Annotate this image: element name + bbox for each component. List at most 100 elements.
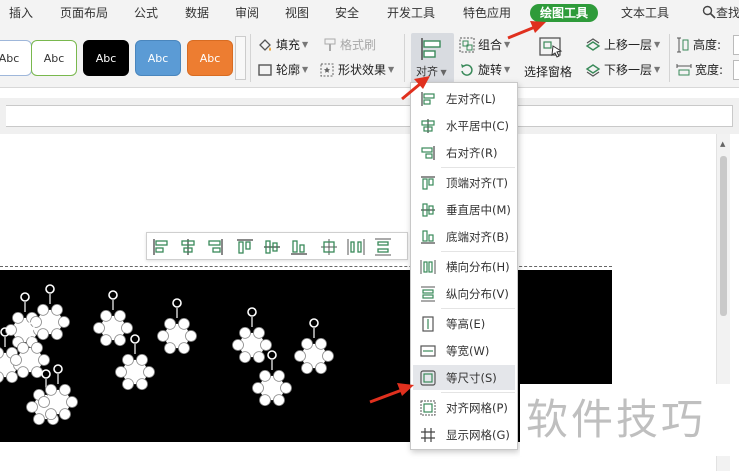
tab-developer-tools[interactable]: 开发工具 <box>387 4 435 22</box>
menu-item-align-center[interactable]: 水平居中(C) <box>413 113 515 138</box>
resize-handle[interactable] <box>59 408 71 421</box>
resize-handle[interactable] <box>12 311 24 324</box>
height-input[interactable] <box>733 35 739 55</box>
rotate-button[interactable]: 旋转 ▼ <box>459 60 510 80</box>
resize-handle[interactable] <box>301 362 313 375</box>
styles-more-button[interactable] <box>235 36 246 80</box>
resize-handle[interactable] <box>114 334 126 347</box>
resize-handle[interactable] <box>37 328 49 341</box>
menu-item-distribute-vertical[interactable]: 纵向分布(V) <box>413 281 515 306</box>
resize-handle[interactable] <box>45 408 57 421</box>
resize-handle[interactable] <box>122 353 134 366</box>
tab-formulas[interactable]: 公式 <box>134 4 158 22</box>
resize-handle[interactable] <box>252 382 264 394</box>
align-right-icon[interactable] <box>205 237 225 257</box>
width-input[interactable] <box>733 60 739 80</box>
send-backward-button[interactable]: 下移一层 ▼ <box>585 60 660 80</box>
resize-handle[interactable] <box>30 316 42 328</box>
resize-handle[interactable] <box>31 341 43 354</box>
resize-handle[interactable] <box>315 362 327 375</box>
resize-handle[interactable] <box>253 326 265 339</box>
align-left-icon[interactable] <box>151 237 171 257</box>
menu-item-align-middle[interactable]: 垂直居中(M) <box>413 197 515 222</box>
tab-text-tools[interactable]: 文本工具 <box>621 4 669 22</box>
align-top-icon[interactable] <box>235 237 255 257</box>
resize-handle[interactable] <box>6 371 18 384</box>
resize-handle[interactable] <box>100 334 112 347</box>
resize-handle[interactable] <box>17 341 29 354</box>
resize-handle[interactable] <box>143 366 155 378</box>
resize-handle[interactable] <box>273 394 285 407</box>
resize-handle[interactable] <box>59 383 71 396</box>
resize-handle[interactable] <box>100 309 112 322</box>
scroll-up-arrow-icon[interactable]: ▲ <box>720 140 725 148</box>
rotate-handle-icon[interactable] <box>108 290 118 300</box>
menu-item-same-width[interactable]: 等宽(W) <box>413 338 515 363</box>
tab-page-layout[interactable]: 页面布局 <box>60 4 108 22</box>
menu-item-distribute-horizontal[interactable]: 横向分布(H) <box>413 254 515 279</box>
resize-handle[interactable] <box>51 328 63 341</box>
rotate-handle-icon[interactable] <box>172 298 182 308</box>
rotate-handle-icon[interactable] <box>247 307 257 317</box>
menu-item-same-height[interactable]: 等高(E) <box>413 311 515 336</box>
shape-style-swatch-4[interactable]: Abc <box>135 40 181 76</box>
menu-item-align-bottom[interactable]: 底端对齐(B) <box>413 224 515 249</box>
distribute-horizontal-icon[interactable] <box>346 237 366 257</box>
resize-handle[interactable] <box>260 339 272 351</box>
shape-style-swatch-3[interactable]: Abc <box>83 40 129 76</box>
resize-handle[interactable] <box>17 366 29 379</box>
resize-handle[interactable] <box>45 383 57 396</box>
resize-handle[interactable] <box>136 378 148 391</box>
distribute-vertical-icon[interactable] <box>373 237 393 257</box>
resize-handle[interactable] <box>38 354 50 366</box>
align-center-h-icon[interactable] <box>178 237 198 257</box>
resize-handle[interactable] <box>136 353 148 366</box>
resize-handle[interactable] <box>31 366 43 379</box>
align-button[interactable]: 对齐 ▼ <box>411 33 454 83</box>
menu-item-snap-to-grid[interactable]: 对齐网格(P) <box>413 395 515 420</box>
selection-pane-button[interactable]: 选择窗格 <box>524 33 580 81</box>
tab-special-apps[interactable]: 特色应用 <box>463 4 511 22</box>
shape-effects-button[interactable]: 形状效果 ▼ <box>319 60 394 80</box>
resize-handle[interactable] <box>301 337 313 350</box>
hexagon-shape-group[interactable] <box>232 307 272 364</box>
menu-item-align-right[interactable]: 右对齐(R) <box>413 140 515 165</box>
menu-item-align-left[interactable]: 左对齐(L) <box>413 86 515 111</box>
align-bottom-icon[interactable] <box>289 237 309 257</box>
resize-handle[interactable] <box>185 330 197 342</box>
center-both-icon[interactable] <box>319 237 339 257</box>
hexagon-shape-group[interactable] <box>93 290 133 347</box>
resize-handle[interactable] <box>259 369 271 382</box>
hexagon-shape-group[interactable] <box>157 298 197 355</box>
tab-security[interactable]: 安全 <box>335 4 359 22</box>
shape-style-swatch-1[interactable]: Abc <box>0 40 32 76</box>
resize-handle[interactable] <box>37 303 49 316</box>
resize-handle[interactable] <box>121 322 133 334</box>
scrollbar-thumb[interactable] <box>720 156 727 316</box>
resize-handle[interactable] <box>114 309 126 322</box>
rotate-handle-icon[interactable] <box>309 318 319 328</box>
resize-handle[interactable] <box>26 401 38 413</box>
hexagon-shape-group[interactable] <box>294 318 334 375</box>
resize-handle[interactable] <box>164 342 176 355</box>
resize-handle[interactable] <box>5 324 17 336</box>
resize-handle[interactable] <box>51 303 63 316</box>
rotate-handle-icon[interactable] <box>45 284 55 294</box>
resize-handle[interactable] <box>10 354 22 366</box>
fill-button[interactable]: 填充 ▼ <box>257 35 308 55</box>
resize-handle[interactable] <box>38 396 50 408</box>
tab-insert[interactable]: 插入 <box>9 4 33 22</box>
rotate-handle-icon[interactable] <box>53 364 63 374</box>
resize-handle[interactable] <box>259 394 271 407</box>
bring-forward-button[interactable]: 上移一层 ▼ <box>585 35 660 55</box>
resize-handle[interactable] <box>232 339 244 351</box>
search-icon[interactable] <box>702 5 716 19</box>
menu-item-show-grid[interactable]: 显示网格(G) <box>413 422 515 447</box>
resize-handle[interactable] <box>58 316 70 328</box>
resize-handle[interactable] <box>280 382 292 394</box>
resize-handle[interactable] <box>157 330 169 342</box>
tab-view[interactable]: 视图 <box>285 4 309 22</box>
resize-handle[interactable] <box>239 326 251 339</box>
group-button[interactable]: 组合 ▼ <box>459 35 510 55</box>
resize-handle[interactable] <box>315 337 327 350</box>
